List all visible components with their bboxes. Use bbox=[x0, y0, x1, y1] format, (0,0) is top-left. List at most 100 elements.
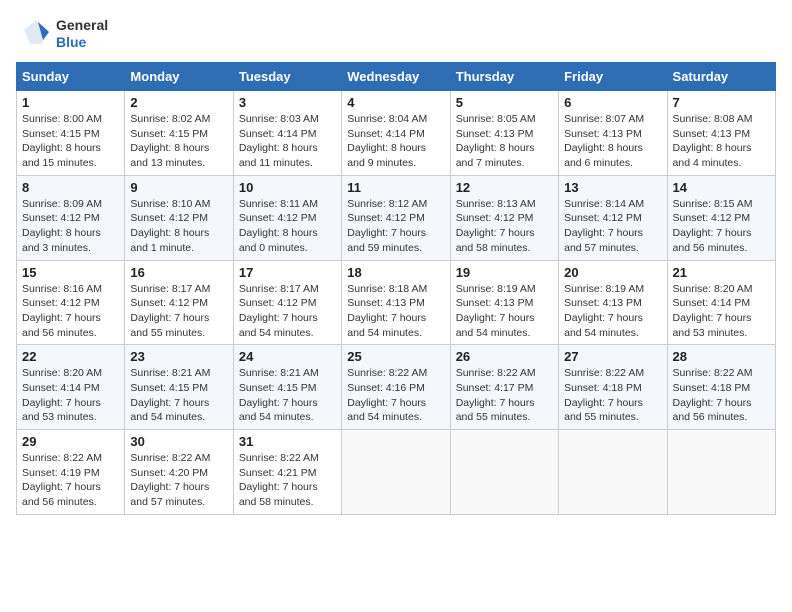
calendar-cell: 16 Sunrise: 8:17 AM Sunset: 4:12 PM Dayl… bbox=[125, 260, 233, 345]
calendar-table: SundayMondayTuesdayWednesdayThursdayFrid… bbox=[16, 62, 776, 515]
calendar-cell: 29 Sunrise: 8:22 AM Sunset: 4:19 PM Dayl… bbox=[17, 430, 125, 515]
day-number: 7 bbox=[673, 95, 770, 110]
calendar-cell: 8 Sunrise: 8:09 AM Sunset: 4:12 PM Dayli… bbox=[17, 175, 125, 260]
calendar-cell bbox=[667, 430, 775, 515]
calendar-week-row: 29 Sunrise: 8:22 AM Sunset: 4:19 PM Dayl… bbox=[17, 430, 776, 515]
logo-svg bbox=[16, 16, 52, 52]
calendar-week-row: 22 Sunrise: 8:20 AM Sunset: 4:14 PM Dayl… bbox=[17, 345, 776, 430]
day-number: 13 bbox=[564, 180, 661, 195]
calendar-cell: 7 Sunrise: 8:08 AM Sunset: 4:13 PM Dayli… bbox=[667, 91, 775, 176]
day-info: Sunrise: 8:10 AM Sunset: 4:12 PM Dayligh… bbox=[130, 197, 227, 256]
day-number: 25 bbox=[347, 349, 444, 364]
day-number: 27 bbox=[564, 349, 661, 364]
weekday-header: Friday bbox=[559, 63, 667, 91]
calendar-cell: 9 Sunrise: 8:10 AM Sunset: 4:12 PM Dayli… bbox=[125, 175, 233, 260]
calendar-cell bbox=[450, 430, 558, 515]
day-number: 2 bbox=[130, 95, 227, 110]
calendar-cell bbox=[342, 430, 450, 515]
day-info: Sunrise: 8:22 AM Sunset: 4:18 PM Dayligh… bbox=[673, 366, 770, 425]
day-number: 16 bbox=[130, 265, 227, 280]
calendar-cell: 30 Sunrise: 8:22 AM Sunset: 4:20 PM Dayl… bbox=[125, 430, 233, 515]
calendar-cell: 20 Sunrise: 8:19 AM Sunset: 4:13 PM Dayl… bbox=[559, 260, 667, 345]
day-number: 15 bbox=[22, 265, 119, 280]
calendar-cell: 4 Sunrise: 8:04 AM Sunset: 4:14 PM Dayli… bbox=[342, 91, 450, 176]
calendar-cell bbox=[559, 430, 667, 515]
calendar-cell: 6 Sunrise: 8:07 AM Sunset: 4:13 PM Dayli… bbox=[559, 91, 667, 176]
calendar-week-row: 8 Sunrise: 8:09 AM Sunset: 4:12 PM Dayli… bbox=[17, 175, 776, 260]
day-number: 18 bbox=[347, 265, 444, 280]
day-info: Sunrise: 8:20 AM Sunset: 4:14 PM Dayligh… bbox=[22, 366, 119, 425]
day-number: 23 bbox=[130, 349, 227, 364]
day-info: Sunrise: 8:09 AM Sunset: 4:12 PM Dayligh… bbox=[22, 197, 119, 256]
day-number: 1 bbox=[22, 95, 119, 110]
day-info: Sunrise: 8:16 AM Sunset: 4:12 PM Dayligh… bbox=[22, 282, 119, 341]
day-info: Sunrise: 8:08 AM Sunset: 4:13 PM Dayligh… bbox=[673, 112, 770, 171]
day-info: Sunrise: 8:22 AM Sunset: 4:18 PM Dayligh… bbox=[564, 366, 661, 425]
logo-blue: Blue bbox=[56, 34, 108, 51]
calendar-cell: 31 Sunrise: 8:22 AM Sunset: 4:21 PM Dayl… bbox=[233, 430, 341, 515]
day-info: Sunrise: 8:18 AM Sunset: 4:13 PM Dayligh… bbox=[347, 282, 444, 341]
day-info: Sunrise: 8:02 AM Sunset: 4:15 PM Dayligh… bbox=[130, 112, 227, 171]
calendar-body: 1 Sunrise: 8:00 AM Sunset: 4:15 PM Dayli… bbox=[17, 91, 776, 515]
calendar-cell: 12 Sunrise: 8:13 AM Sunset: 4:12 PM Dayl… bbox=[450, 175, 558, 260]
day-number: 19 bbox=[456, 265, 553, 280]
day-info: Sunrise: 8:13 AM Sunset: 4:12 PM Dayligh… bbox=[456, 197, 553, 256]
logo: General Blue bbox=[16, 16, 108, 52]
day-number: 17 bbox=[239, 265, 336, 280]
day-info: Sunrise: 8:17 AM Sunset: 4:12 PM Dayligh… bbox=[130, 282, 227, 341]
day-number: 9 bbox=[130, 180, 227, 195]
day-info: Sunrise: 8:11 AM Sunset: 4:12 PM Dayligh… bbox=[239, 197, 336, 256]
day-info: Sunrise: 8:07 AM Sunset: 4:13 PM Dayligh… bbox=[564, 112, 661, 171]
weekday-header: Monday bbox=[125, 63, 233, 91]
day-number: 11 bbox=[347, 180, 444, 195]
calendar-cell: 11 Sunrise: 8:12 AM Sunset: 4:12 PM Dayl… bbox=[342, 175, 450, 260]
calendar-cell: 22 Sunrise: 8:20 AM Sunset: 4:14 PM Dayl… bbox=[17, 345, 125, 430]
day-info: Sunrise: 8:00 AM Sunset: 4:15 PM Dayligh… bbox=[22, 112, 119, 171]
day-number: 10 bbox=[239, 180, 336, 195]
calendar-cell: 17 Sunrise: 8:17 AM Sunset: 4:12 PM Dayl… bbox=[233, 260, 341, 345]
day-number: 4 bbox=[347, 95, 444, 110]
day-number: 28 bbox=[673, 349, 770, 364]
day-info: Sunrise: 8:15 AM Sunset: 4:12 PM Dayligh… bbox=[673, 197, 770, 256]
day-number: 6 bbox=[564, 95, 661, 110]
day-info: Sunrise: 8:22 AM Sunset: 4:19 PM Dayligh… bbox=[22, 451, 119, 510]
calendar-cell: 15 Sunrise: 8:16 AM Sunset: 4:12 PM Dayl… bbox=[17, 260, 125, 345]
calendar-cell: 10 Sunrise: 8:11 AM Sunset: 4:12 PM Dayl… bbox=[233, 175, 341, 260]
day-number: 30 bbox=[130, 434, 227, 449]
day-number: 29 bbox=[22, 434, 119, 449]
day-number: 31 bbox=[239, 434, 336, 449]
weekday-header: Wednesday bbox=[342, 63, 450, 91]
weekday-header: Thursday bbox=[450, 63, 558, 91]
calendar-cell: 18 Sunrise: 8:18 AM Sunset: 4:13 PM Dayl… bbox=[342, 260, 450, 345]
calendar-cell: 19 Sunrise: 8:19 AM Sunset: 4:13 PM Dayl… bbox=[450, 260, 558, 345]
calendar-header-row: SundayMondayTuesdayWednesdayThursdayFrid… bbox=[17, 63, 776, 91]
calendar-cell: 3 Sunrise: 8:03 AM Sunset: 4:14 PM Dayli… bbox=[233, 91, 341, 176]
day-info: Sunrise: 8:17 AM Sunset: 4:12 PM Dayligh… bbox=[239, 282, 336, 341]
day-info: Sunrise: 8:19 AM Sunset: 4:13 PM Dayligh… bbox=[456, 282, 553, 341]
day-info: Sunrise: 8:14 AM Sunset: 4:12 PM Dayligh… bbox=[564, 197, 661, 256]
day-number: 3 bbox=[239, 95, 336, 110]
day-number: 24 bbox=[239, 349, 336, 364]
day-info: Sunrise: 8:03 AM Sunset: 4:14 PM Dayligh… bbox=[239, 112, 336, 171]
calendar-cell: 5 Sunrise: 8:05 AM Sunset: 4:13 PM Dayli… bbox=[450, 91, 558, 176]
calendar-cell: 24 Sunrise: 8:21 AM Sunset: 4:15 PM Dayl… bbox=[233, 345, 341, 430]
day-number: 21 bbox=[673, 265, 770, 280]
day-number: 20 bbox=[564, 265, 661, 280]
day-info: Sunrise: 8:21 AM Sunset: 4:15 PM Dayligh… bbox=[239, 366, 336, 425]
calendar-cell: 27 Sunrise: 8:22 AM Sunset: 4:18 PM Dayl… bbox=[559, 345, 667, 430]
day-info: Sunrise: 8:20 AM Sunset: 4:14 PM Dayligh… bbox=[673, 282, 770, 341]
day-number: 5 bbox=[456, 95, 553, 110]
calendar-week-row: 15 Sunrise: 8:16 AM Sunset: 4:12 PM Dayl… bbox=[17, 260, 776, 345]
day-info: Sunrise: 8:12 AM Sunset: 4:12 PM Dayligh… bbox=[347, 197, 444, 256]
weekday-header: Sunday bbox=[17, 63, 125, 91]
calendar-cell: 1 Sunrise: 8:00 AM Sunset: 4:15 PM Dayli… bbox=[17, 91, 125, 176]
day-number: 22 bbox=[22, 349, 119, 364]
calendar-cell: 23 Sunrise: 8:21 AM Sunset: 4:15 PM Dayl… bbox=[125, 345, 233, 430]
calendar-cell: 26 Sunrise: 8:22 AM Sunset: 4:17 PM Dayl… bbox=[450, 345, 558, 430]
calendar-week-row: 1 Sunrise: 8:00 AM Sunset: 4:15 PM Dayli… bbox=[17, 91, 776, 176]
weekday-header: Saturday bbox=[667, 63, 775, 91]
day-info: Sunrise: 8:22 AM Sunset: 4:21 PM Dayligh… bbox=[239, 451, 336, 510]
day-info: Sunrise: 8:22 AM Sunset: 4:16 PM Dayligh… bbox=[347, 366, 444, 425]
calendar-cell: 13 Sunrise: 8:14 AM Sunset: 4:12 PM Dayl… bbox=[559, 175, 667, 260]
day-number: 14 bbox=[673, 180, 770, 195]
